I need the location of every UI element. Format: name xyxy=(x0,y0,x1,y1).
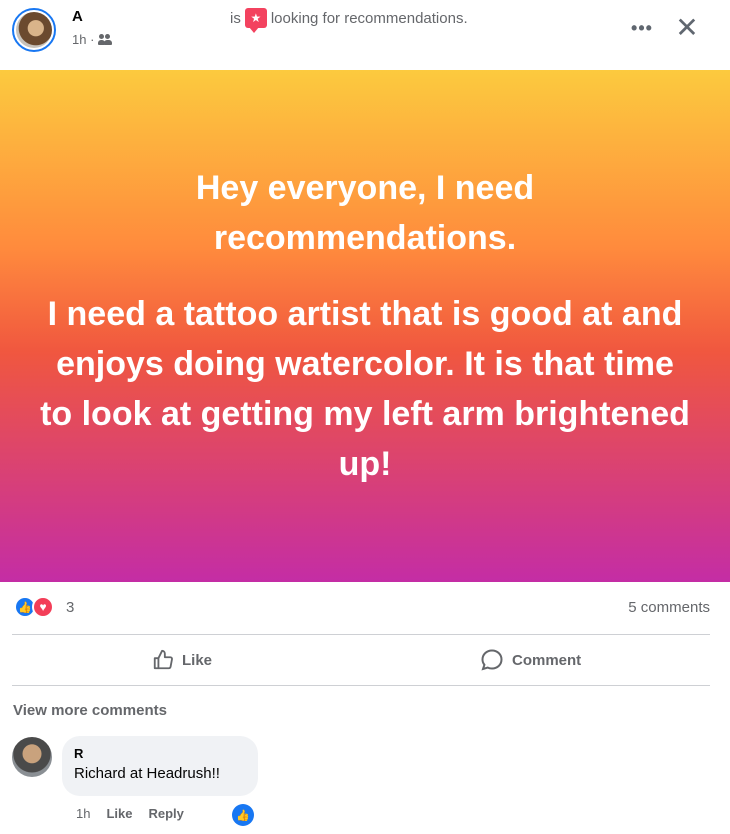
comment-meta: 1h Like Reply xyxy=(76,806,184,821)
like-button[interactable]: Like xyxy=(152,636,212,684)
more-options-button[interactable]: ••• xyxy=(628,14,656,42)
post-time[interactable]: 1h · xyxy=(72,32,94,47)
love-reaction-icon: ♥ xyxy=(32,596,54,618)
post-status: is ★ looking for recommendations. xyxy=(230,8,468,33)
banner-body: I need a tattoo artist that is good at a… xyxy=(40,295,690,483)
comment-time[interactable]: 1h xyxy=(76,806,90,821)
thumbs-up-icon xyxy=(153,649,173,670)
post-banner: Hey everyone, I need recommendations. I … xyxy=(0,70,730,582)
comment-like-button[interactable]: Like xyxy=(106,806,132,821)
author-avatar[interactable] xyxy=(12,8,56,52)
reaction-count[interactable]: 3 xyxy=(66,599,74,616)
comment-icon xyxy=(481,649,503,671)
comment-like-reaction-icon[interactable]: 👍 xyxy=(232,804,254,826)
post-header: A is ★ looking for recommendations. 1h ·… xyxy=(0,0,730,70)
divider xyxy=(12,685,710,686)
status-verb: is xyxy=(230,9,241,27)
post-meta: 1h · xyxy=(72,32,113,47)
author-name[interactable]: A xyxy=(72,8,83,25)
comment-reply-button[interactable]: Reply xyxy=(148,806,183,821)
like-label: Like xyxy=(182,651,213,669)
close-button[interactable]: ✕ xyxy=(672,12,702,43)
commenter-name[interactable]: R xyxy=(74,746,246,761)
reactions-row: 👍 ♥ 3 5 comments xyxy=(0,582,730,634)
commenter-avatar[interactable] xyxy=(12,737,52,777)
friends-icon[interactable] xyxy=(98,33,113,46)
comment-text: Richard at Headrush!! xyxy=(74,765,220,782)
comments-count[interactable]: 5 comments xyxy=(628,599,710,616)
reaction-icons[interactable]: 👍 ♥ xyxy=(14,596,54,618)
recommendation-icon: ★ xyxy=(244,8,267,33)
view-more-comments-link[interactable]: View more comments xyxy=(13,702,167,719)
status-text: looking for recommendations. xyxy=(270,9,468,27)
comment-bubble: R Richard at Headrush!! xyxy=(62,736,258,796)
comment-label: Comment xyxy=(512,651,582,669)
comment-button[interactable]: Comment xyxy=(480,636,581,684)
divider xyxy=(12,634,710,635)
post-actions: Like Comment xyxy=(0,636,730,684)
banner-headline: Hey everyone, I need recommendations. xyxy=(195,169,535,257)
